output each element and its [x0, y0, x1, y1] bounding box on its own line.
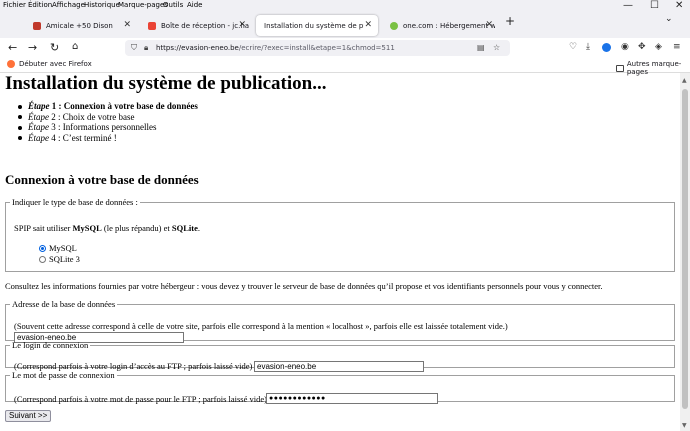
radio-mysql-button[interactable]: [39, 244, 46, 252]
scroll-up-icon[interactable]: ▲: [682, 77, 687, 84]
tab-onecom[interactable]: one.com : Hébergement web, do ✕: [382, 15, 499, 36]
menu-aide[interactable]: Aide: [187, 1, 202, 9]
shield-icon[interactable]: ⛉: [131, 43, 137, 53]
reload-icon[interactable]: ↻: [50, 41, 59, 54]
tab-favicon-icon: [148, 21, 156, 30]
reader-view-icon[interactable]: ▤: [477, 43, 485, 52]
tab-gmail[interactable]: Boîte de réception - jc.hamers@ ✕: [140, 15, 252, 36]
list-tabs-icon[interactable]: ⌄: [665, 14, 673, 24]
bookmarks-bar: Débuter avec Firefox Autres marque-pages: [0, 58, 690, 76]
server-help: (Souvent cette adresse correspond à cell…: [14, 321, 508, 331]
scrollbar[interactable]: ▲ ▼: [680, 73, 690, 431]
server-fieldset: Adresse de la base de données (Souvent c…: [5, 299, 675, 343]
menu-outils[interactable]: Outils: [163, 1, 183, 9]
section-title: Connexion à votre base de données: [5, 172, 199, 187]
other-bookmarks[interactable]: Autres marque-pages: [616, 60, 690, 76]
step-item: Étape 4 : C’est terminé !: [18, 133, 198, 144]
bookmark-star-icon[interactable]: ☆: [493, 43, 500, 52]
back-icon[interactable]: ←: [8, 41, 17, 54]
radio-mysql[interactable]: MySQL: [39, 243, 77, 253]
forward-icon[interactable]: →: [28, 41, 37, 54]
dbtype-legend: Indiquer le type de base de données :: [12, 197, 138, 207]
scroll-down-icon[interactable]: ▼: [682, 422, 687, 429]
radio-sqlite[interactable]: SQLite 3: [39, 254, 80, 264]
shield-toolbar-icon[interactable]: ◈: [655, 42, 662, 52]
page-title: Installation du système de publication..…: [5, 73, 327, 94]
step-item: Étape 3 : Informations personnelles: [18, 122, 198, 133]
dbtype-text: SPIP sait utiliser MySQL (le plus répand…: [14, 223, 200, 233]
lock-icon[interactable]: 🔒︎: [144, 43, 148, 53]
tab-title: Amicale +50 Dison: [46, 21, 113, 30]
step-item: Étape 2 : Choix de votre base: [18, 112, 198, 123]
password-help: (Correspond parfois à votre mot de passe…: [14, 394, 267, 404]
tab-close-icon[interactable]: ✕: [238, 20, 246, 30]
firefox-icon: [7, 60, 15, 68]
menubar: Fichier Édition Affichage Historique Mar…: [0, 0, 690, 10]
menu-historique[interactable]: Historique: [84, 1, 120, 9]
tab-close-icon[interactable]: ✕: [364, 20, 372, 30]
menu-edition[interactable]: Édition: [28, 1, 52, 9]
home-icon[interactable]: ⌂: [72, 41, 78, 52]
password-legend: Le mot de passe de connexion: [12, 370, 115, 380]
new-tab-icon[interactable]: +: [505, 14, 515, 28]
tab-favicon-icon: [33, 21, 41, 30]
tab-favicon-icon: [390, 21, 398, 30]
password-input[interactable]: ●●●●●●●●●●●●: [266, 393, 438, 404]
radio-sqlite-button[interactable]: [39, 255, 46, 263]
server-legend: Adresse de la base de données: [12, 299, 116, 309]
nav-bar: ← → ↻ ⌂ ⛉ 🔒︎ https://evasion-eneo.be/ecr…: [0, 38, 690, 58]
tab-title: Boîte de réception - jc.hamers@: [161, 21, 249, 30]
dbtype-fieldset: Indiquer le type de base de données : SP…: [5, 197, 675, 272]
pocket-icon[interactable]: ♡: [569, 42, 577, 52]
tab-title: one.com : Hébergement web, do: [403, 21, 495, 30]
tab-close-icon[interactable]: ✕: [123, 20, 131, 30]
login-legend: Le login de connexion: [12, 340, 89, 350]
menu-fichier[interactable]: Fichier: [3, 1, 26, 9]
password-fieldset: Le mot de passe de connexion (Correspond…: [5, 370, 675, 404]
url-text: https://evasion-eneo.be/ecrire/?exec=ins…: [156, 44, 395, 52]
extension-icon[interactable]: [602, 43, 611, 52]
next-button[interactable]: Suivant >>: [5, 410, 52, 422]
folder-icon: [616, 64, 624, 72]
tab-close-icon[interactable]: ✕: [485, 20, 493, 30]
steps-list: Étape 1 : Connexion à votre base de donn…: [18, 101, 198, 143]
menu-hamburger-icon[interactable]: ≡: [673, 42, 681, 52]
intro-text: Consultez les informations fournies par …: [5, 281, 603, 291]
scrollbar-thumb[interactable]: [682, 89, 688, 409]
account-icon[interactable]: ◉: [621, 42, 629, 52]
menu-marque-pages[interactable]: Marque-pages: [118, 1, 168, 9]
extensions-puzzle-icon[interactable]: ✥: [638, 42, 646, 52]
menu-affichage[interactable]: Affichage: [52, 1, 85, 9]
tab-installation[interactable]: Installation du système de publication ✕: [256, 15, 378, 36]
downloads-icon[interactable]: ⤓: [586, 42, 590, 52]
step-item: Étape 1 : Connexion à votre base de donn…: [18, 101, 198, 112]
address-bar[interactable]: ⛉ 🔒︎ https://evasion-eneo.be/ecrire/?exe…: [125, 40, 510, 56]
login-fieldset: Le login de connexion (Correspond parfoi…: [5, 340, 675, 372]
tab-title: Installation du système de publication: [264, 21, 364, 30]
tab-amicale[interactable]: Amicale +50 Dison ✕: [25, 15, 137, 36]
tab-strip: Amicale +50 Dison ✕ Boîte de réception -…: [0, 10, 690, 38]
bookmark-firefox[interactable]: Débuter avec Firefox: [7, 60, 92, 68]
